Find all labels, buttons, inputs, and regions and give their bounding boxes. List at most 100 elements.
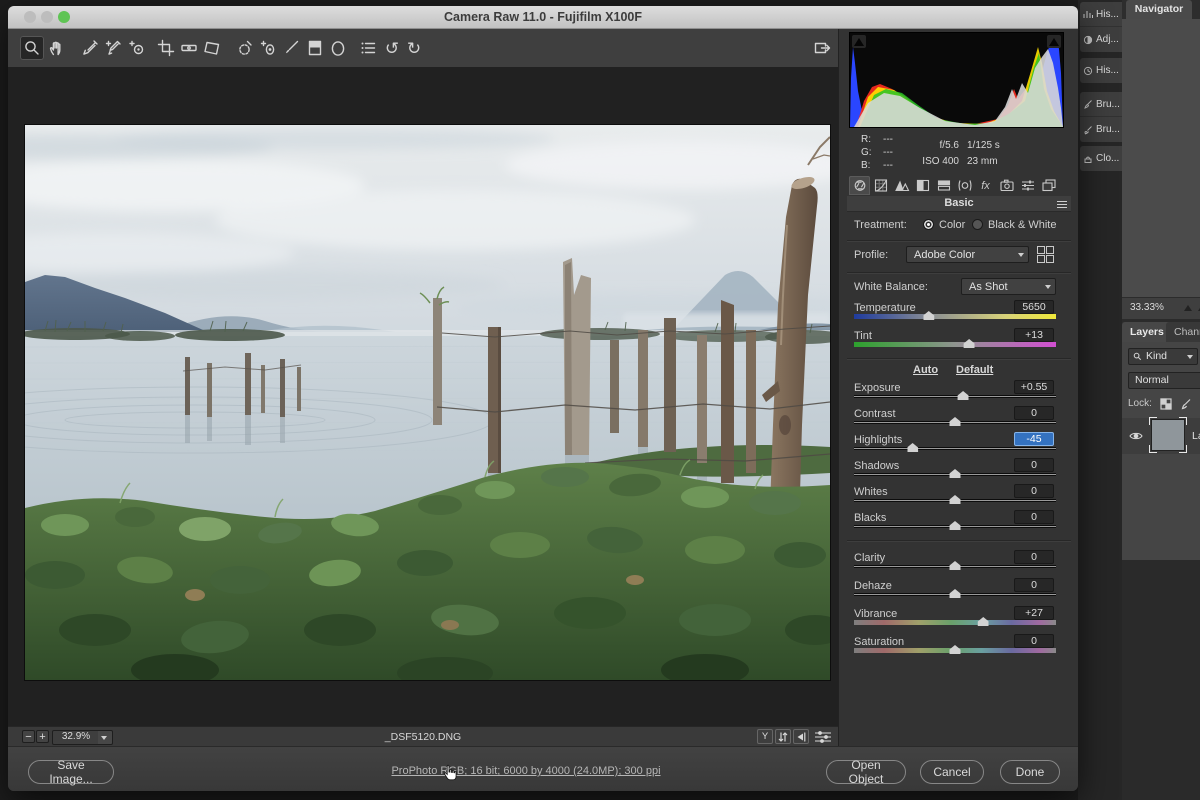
slider-thumb[interactable] — [950, 645, 961, 654]
slider-value-input[interactable]: +27 — [1014, 606, 1054, 620]
straighten-tool-button[interactable] — [177, 36, 201, 60]
ps-panel-adjustments-button[interactable]: Adj... — [1080, 27, 1126, 52]
swap-before-after-button[interactable] — [775, 729, 791, 744]
rotate-right-button[interactable]: ↻ — [402, 36, 426, 60]
tab-presets[interactable] — [1017, 176, 1038, 195]
slider-thumb[interactable] — [958, 391, 969, 400]
treatment-bw-radio[interactable] — [972, 219, 983, 230]
slider-value-input[interactable]: 0 — [1014, 634, 1054, 648]
slider-value-input[interactable]: 0 — [1014, 578, 1054, 592]
slider-value-input[interactable]: +13 — [1014, 328, 1054, 342]
slider-thumb[interactable] — [950, 561, 961, 570]
slider-value-input[interactable]: 0 — [1014, 510, 1054, 524]
slider-value-input[interactable]: 0 — [1014, 458, 1054, 472]
tab-lens-corrections[interactable] — [954, 176, 975, 195]
slider-track[interactable] — [854, 395, 1056, 398]
slider-value-input[interactable]: 5650 — [1014, 300, 1054, 314]
toggle-fullscreen-button[interactable] — [810, 36, 834, 60]
adjustment-brush-tool-button[interactable] — [279, 36, 303, 60]
slider-track[interactable] — [854, 620, 1056, 625]
slider-value-input[interactable]: +0.55 — [1014, 380, 1054, 394]
ps-panel-brush-button[interactable]: Bru... — [1080, 92, 1126, 117]
tab-basic[interactable] — [849, 176, 870, 195]
tab-layers[interactable]: Layers — [1122, 322, 1172, 342]
slider-thumb[interactable] — [907, 443, 918, 452]
targeted-adjustment-tool-button[interactable] — [125, 36, 149, 60]
slider-thumb[interactable] — [978, 617, 989, 626]
slider-value-input[interactable]: 0 — [1014, 550, 1054, 564]
cancel-button[interactable]: Cancel — [920, 760, 984, 784]
graduated-filter-tool-button[interactable] — [303, 36, 327, 60]
profile-select[interactable]: Adobe Color — [906, 246, 1029, 263]
open-object-button[interactable]: Open Object — [826, 760, 906, 784]
done-button[interactable]: Done — [1000, 760, 1060, 784]
tab-camera-calibration[interactable] — [996, 176, 1017, 195]
shadow-clipping-toggle[interactable] — [852, 35, 866, 48]
tab-detail[interactable] — [891, 176, 912, 195]
dialog-titlebar[interactable]: Camera Raw 11.0 - Fujifilm X100F — [8, 6, 1078, 29]
slider-thumb[interactable] — [950, 495, 961, 504]
panel-menu-icon[interactable] — [1057, 201, 1067, 208]
layer-name[interactable]: Laye — [1192, 430, 1200, 442]
slider-value-input[interactable]: 0 — [1014, 484, 1054, 498]
tab-tone-curve[interactable] — [870, 176, 891, 195]
navigator-zoom-value[interactable]: 33.33% — [1130, 302, 1164, 313]
blend-mode-select[interactable]: Normal — [1128, 372, 1200, 389]
transform-tool-button[interactable] — [200, 36, 224, 60]
zoom-out-mountain-icon[interactable] — [1184, 305, 1192, 311]
white-balance-select[interactable]: As Shot — [961, 278, 1056, 295]
slider-track[interactable] — [854, 565, 1056, 568]
ps-panel-histogram-button[interactable]: His... — [1080, 2, 1126, 27]
tab-snapshots[interactable] — [1038, 176, 1059, 195]
copy-settings-to-before-button[interactable] — [793, 729, 809, 744]
treatment-color-label[interactable]: Color — [939, 219, 965, 231]
hand-tool-button[interactable] — [45, 36, 69, 60]
white-balance-tool-button[interactable] — [78, 36, 102, 60]
layer-row[interactable]: Laye — [1122, 418, 1200, 454]
spot-removal-tool-button[interactable] — [233, 36, 257, 60]
slider-track[interactable] — [854, 473, 1056, 476]
ps-panel-brush-settings-button[interactable]: Bru... — [1080, 117, 1126, 142]
slider-track[interactable] — [854, 421, 1056, 424]
rotate-left-button[interactable]: ↺ — [380, 36, 404, 60]
slider-value-input[interactable]: 0 — [1014, 406, 1054, 420]
lock-transparency-icon[interactable] — [1160, 398, 1172, 410]
slider-thumb[interactable] — [950, 521, 961, 530]
radial-filter-tool-button[interactable] — [326, 36, 350, 60]
slider-thumb[interactable] — [964, 339, 975, 348]
save-image-button[interactable]: Save Image... — [28, 760, 114, 784]
layer-filter-kind-select[interactable]: Kind — [1128, 348, 1198, 365]
preview-preferences-button[interactable] — [814, 731, 832, 743]
zoom-tool-button[interactable] — [20, 36, 44, 60]
workflow-options-link[interactable]: ProPhoto RGB; 16 bit; 6000 by 4000 (24.0… — [308, 765, 744, 777]
ps-panel-clone-source-button[interactable]: Clo... — [1080, 146, 1126, 171]
image-preview-area[interactable] — [8, 67, 838, 726]
slider-value-input[interactable]: -45 — [1014, 432, 1054, 446]
default-link[interactable]: Default — [956, 364, 993, 376]
photo-preview[interactable] — [25, 125, 830, 680]
color-sampler-tool-button[interactable] — [101, 36, 125, 60]
highlight-clipping-toggle[interactable] — [1047, 35, 1061, 48]
slider-track[interactable] — [854, 314, 1056, 319]
treatment-color-radio[interactable] — [923, 219, 934, 230]
auto-link[interactable]: Auto — [913, 364, 938, 376]
red-eye-tool-button[interactable] — [256, 36, 280, 60]
preferences-button[interactable] — [356, 36, 380, 60]
slider-thumb[interactable] — [923, 311, 934, 320]
tab-hsl-adjustments[interactable] — [912, 176, 933, 195]
layer-visibility-eye-icon[interactable] — [1129, 431, 1143, 441]
treatment-bw-label[interactable]: Black & White — [988, 219, 1056, 231]
crop-tool-button[interactable] — [154, 36, 178, 60]
profile-browser-button[interactable] — [1037, 246, 1054, 262]
slider-thumb[interactable] — [950, 417, 961, 426]
slider-track[interactable] — [854, 525, 1056, 528]
tab-navigator[interactable]: Navigator — [1126, 0, 1192, 19]
slider-thumb[interactable] — [950, 469, 961, 478]
slider-track[interactable] — [854, 499, 1056, 502]
slider-track[interactable] — [854, 342, 1056, 347]
slider-track[interactable] — [854, 593, 1056, 596]
ps-panel-history-button[interactable]: His... — [1080, 58, 1126, 83]
slider-track[interactable] — [854, 447, 1056, 450]
slider-thumb[interactable] — [950, 589, 961, 598]
before-after-view-button[interactable]: Y — [757, 729, 773, 744]
